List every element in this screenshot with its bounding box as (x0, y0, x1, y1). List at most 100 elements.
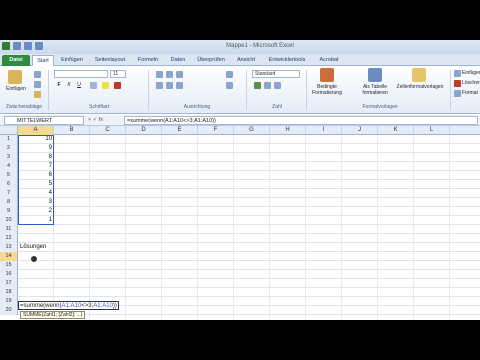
bold-button[interactable]: F (56, 82, 62, 88)
column-header-e[interactable]: E (162, 126, 198, 135)
format-as-table-button[interactable]: Als Tabelle formatieren (358, 84, 392, 96)
formula-buttons[interactable]: × ✓ fx (88, 116, 122, 125)
column-header-f[interactable]: F (198, 126, 234, 135)
tab-data[interactable]: Daten (166, 55, 190, 66)
align-center-icon[interactable] (166, 82, 173, 89)
underline-button[interactable]: U (76, 82, 82, 88)
select-all-corner[interactable] (0, 126, 18, 135)
merge-center-icon[interactable] (226, 82, 233, 89)
column-header-d[interactable]: D (126, 126, 162, 135)
tab-start[interactable]: Start (32, 55, 54, 66)
save-icon[interactable] (13, 42, 21, 50)
font-color-icon[interactable] (114, 82, 121, 89)
row-header-1[interactable]: 1 (0, 135, 18, 144)
sheet-grid[interactable]: 1 10 2 9 3 8 4 7 5 6 6 5 7 4 8 3 9 2 10 1 11 12 13 Lösungen 14 15… (0, 135, 480, 320)
row-header-13[interactable]: 13 (0, 243, 18, 252)
cell-styles-icon[interactable] (412, 68, 426, 82)
row-header-2[interactable]: 2 (0, 144, 18, 153)
column-header-b[interactable]: B (54, 126, 90, 135)
row-header-17[interactable]: 17 (0, 279, 18, 288)
cell-a7[interactable]: 4 (18, 189, 54, 198)
cell-a13[interactable]: Lösungen (20, 243, 46, 252)
column-header-a[interactable]: A (18, 126, 54, 135)
column-header-h[interactable]: H (270, 126, 306, 135)
cell-a1[interactable]: 10 (18, 135, 54, 144)
tab-page-layout[interactable]: Seitenlayout (90, 55, 130, 66)
thousands-separator-icon[interactable] (274, 82, 281, 89)
row-header-14[interactable]: 14 (0, 252, 18, 261)
delete-cells-icon[interactable] (454, 80, 461, 87)
format-painter-icon[interactable] (34, 91, 41, 98)
align-right-icon[interactable] (176, 82, 183, 89)
align-left-icon[interactable] (156, 82, 163, 89)
column-header-g[interactable]: G (234, 126, 270, 135)
row-header-20[interactable]: 20 (0, 306, 18, 315)
font-size-select[interactable]: 11 (110, 70, 126, 78)
row-header-6[interactable]: 6 (0, 180, 18, 189)
format-cells-icon[interactable] (454, 90, 461, 97)
cell-a10[interactable]: 1 (18, 216, 54, 225)
wrap-text-icon[interactable] (226, 71, 233, 78)
row-header-4[interactable]: 4 (0, 162, 18, 171)
tab-developer[interactable]: Entwicklertools (264, 55, 310, 66)
tab-insert[interactable]: Einfügen (58, 55, 86, 66)
cell-a2[interactable]: 9 (18, 144, 54, 153)
cut-icon[interactable] (34, 71, 41, 78)
formula-input[interactable]: =summe(wenn(A1:A10<>3;A1:A10)) (124, 116, 478, 125)
cell-a6[interactable]: 5 (18, 180, 54, 189)
delete-cells-button[interactable]: Löschen (462, 80, 480, 86)
row-header-9[interactable]: 9 (0, 207, 18, 216)
tab-acrobat[interactable]: Acrobat (314, 55, 344, 66)
border-icon[interactable] (90, 82, 97, 89)
align-top-icon[interactable] (156, 71, 163, 78)
name-box[interactable]: MITTELWERT (4, 116, 84, 125)
undo-icon[interactable] (24, 42, 32, 50)
cell-a3[interactable]: 8 (18, 153, 54, 162)
cell-a9[interactable]: 2 (18, 207, 54, 216)
row-header-12[interactable]: 12 (0, 234, 18, 243)
align-bottom-icon[interactable] (176, 71, 183, 78)
format-as-table-icon[interactable] (368, 68, 382, 82)
row-header-10[interactable]: 10 (0, 216, 18, 225)
tab-view[interactable]: Ansicht (232, 55, 260, 66)
row-header-8[interactable]: 8 (0, 198, 18, 207)
cell-editor[interactable]: =summe(wenn(A1:A10<>3;A1:A10)) (18, 301, 119, 310)
row-header-11[interactable]: 11 (0, 225, 18, 234)
tab-formulas[interactable]: Formeln (134, 55, 162, 66)
currency-icon[interactable] (254, 82, 261, 89)
row-header-16[interactable]: 16 (0, 270, 18, 279)
number-format-select[interactable]: Standard (252, 70, 300, 78)
percent-icon[interactable] (264, 82, 271, 89)
redo-icon[interactable] (35, 42, 43, 50)
row-header-3[interactable]: 3 (0, 153, 18, 162)
row-header-5[interactable]: 5 (0, 171, 18, 180)
cell-styles-button[interactable]: Zellenformatvorlagen (396, 84, 444, 90)
insert-cells-button[interactable]: Einfügen (462, 70, 480, 76)
row-header-15[interactable]: 15 (0, 261, 18, 270)
paste-icon[interactable] (8, 70, 22, 84)
tab-review[interactable]: Überprüfen (194, 55, 228, 66)
fill-color-icon[interactable] (102, 82, 109, 89)
paste-button[interactable]: Einfügen (2, 86, 30, 92)
copy-icon[interactable] (34, 81, 41, 88)
conditional-formatting-button[interactable]: Bedingte Formatierung (310, 84, 344, 96)
font-name-select[interactable] (54, 70, 108, 78)
column-header-i[interactable]: I (306, 126, 342, 135)
column-header-j[interactable]: J (342, 126, 378, 135)
align-middle-icon[interactable] (166, 71, 173, 78)
tab-file[interactable]: Datei (2, 55, 30, 66)
insert-cells-icon[interactable] (454, 70, 461, 77)
conditional-formatting-icon[interactable] (320, 68, 334, 82)
column-header-l[interactable]: L (414, 126, 450, 135)
row-header-19[interactable]: 19 (0, 297, 18, 306)
row-header-7[interactable]: 7 (0, 189, 18, 198)
format-cells-button[interactable]: Format (462, 90, 480, 96)
row-header-18[interactable]: 18 (0, 288, 18, 297)
italic-button[interactable]: K (66, 82, 72, 88)
cell-a8[interactable]: 3 (18, 198, 54, 207)
cell-a4[interactable]: 7 (18, 162, 54, 171)
column-header-k[interactable]: K (378, 126, 414, 135)
column-header-c[interactable]: C (90, 126, 126, 135)
function-tooltip[interactable]: SUMME(Zahl1; [Zahl2]; ...) (20, 311, 86, 319)
cell-a5[interactable]: 6 (18, 171, 54, 180)
